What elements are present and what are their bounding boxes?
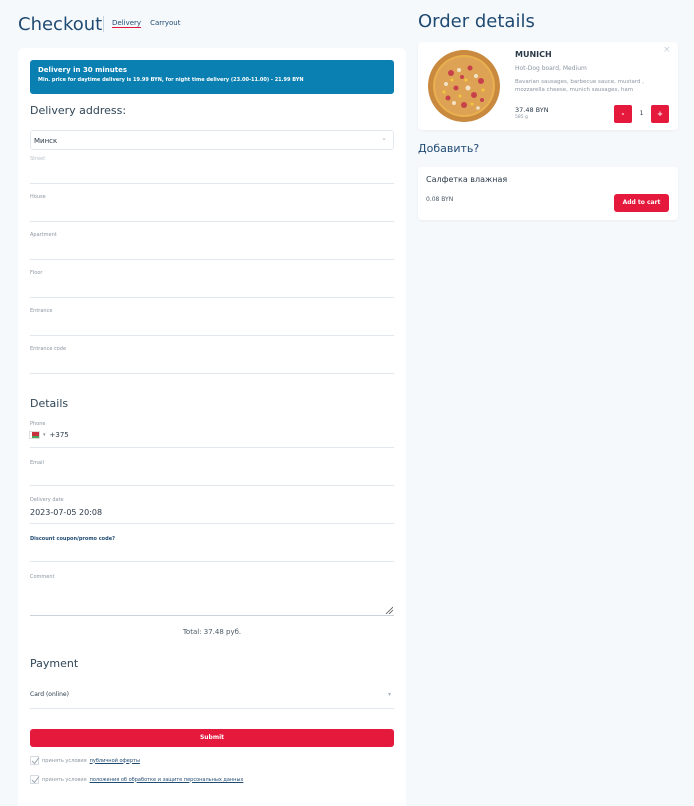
promo-code-link[interactable]: Discount coupon/promo code? — [30, 536, 394, 542]
resize-handle-icon[interactable] — [385, 606, 393, 614]
agreement-privacy: принять условия положения об обработке и… — [30, 775, 243, 784]
chevron-down-icon: ▾ — [387, 691, 391, 698]
promo-code-field[interactable]: Discount coupon/promo code? — [30, 536, 394, 562]
street-placeholder: Street — [30, 156, 46, 162]
banner-title: Delivery in 30 minutes — [38, 66, 128, 74]
quantity-value[interactable]: 1 — [632, 105, 651, 123]
house-label: House — [30, 194, 46, 200]
offer-checkbox[interactable] — [30, 756, 40, 765]
addon-name: Салфетка влажная — [426, 175, 508, 184]
privacy-checkbox[interactable] — [30, 775, 40, 784]
tab-carryout[interactable]: Carryout — [150, 16, 180, 32]
caret-down-icon: ▾ — [43, 432, 46, 438]
payment-heading: Payment — [30, 657, 79, 670]
quantity-minus-button[interactable]: - — [614, 105, 632, 123]
payment-method-value: Card (online) — [30, 691, 69, 698]
entrance-field[interactable]: Entrance — [30, 308, 394, 336]
entrance-code-label: Entrance code — [30, 346, 67, 352]
apartment-field[interactable]: Apartment — [30, 232, 394, 260]
addon-card: Салфетка влажная 0.08 BYN Add to cart — [418, 167, 678, 220]
floor-field[interactable]: Floor — [30, 270, 394, 298]
details-heading: Details — [30, 397, 69, 410]
banner-subtitle: Min. price for daytime delivery is 19.99… — [38, 77, 304, 83]
email-label: Email — [30, 460, 44, 466]
checkout-form: Delivery in 30 minutes Min. price for da… — [18, 48, 406, 806]
item-name: MUNICH — [515, 50, 552, 59]
page-title: Checkout — [18, 14, 103, 35]
floor-label: Floor — [30, 270, 43, 276]
house-field[interactable]: House — [30, 194, 394, 222]
delivery-date-value: 2023-07-05 20:08 — [30, 508, 103, 517]
order-item-card: MUNICH Hot-Dog board, Medium Bavarian sa… — [418, 42, 678, 130]
entrance-code-field[interactable]: Entrance code — [30, 346, 394, 374]
comment-textarea[interactable] — [30, 588, 394, 616]
email-field[interactable]: Email — [30, 460, 394, 486]
delivery-date-label: Delivery date — [30, 497, 64, 503]
phone-field[interactable]: Phone ▾ +375 — [29, 421, 394, 448]
checkmark-icon — [31, 776, 40, 784]
quantity-plus-button[interactable]: + — [651, 105, 669, 123]
tab-delivery[interactable]: Delivery — [112, 16, 142, 28]
delivery-address-heading: Delivery address: — [30, 104, 127, 117]
order-type-tabs: Delivery Carryout — [103, 16, 180, 32]
submit-button[interactable]: Submit — [30, 729, 394, 747]
phone-label: Phone — [30, 421, 46, 427]
item-price: 37.48 BYN — [515, 106, 549, 114]
apartment-label: Apartment — [30, 232, 57, 238]
phone-value: +375 — [49, 431, 69, 439]
belarus-flag-icon[interactable] — [29, 431, 40, 439]
item-ingredients: Bavarian sausages, barbecue sauce, musta… — [515, 79, 645, 93]
add-to-cart-button[interactable]: Add to cart — [614, 194, 669, 212]
chevron-down-icon: ⌄ — [381, 134, 387, 142]
item-variant: Hot-Dog board, Medium — [515, 65, 587, 72]
addons-heading: Добавить? — [418, 142, 480, 155]
checkmark-icon — [31, 757, 40, 765]
pizza-image — [428, 50, 500, 122]
city-value: Минск — [34, 137, 58, 145]
addon-price: 0.08 BYN — [426, 196, 454, 203]
offer-link[interactable]: публичной оферты — [90, 758, 140, 764]
agreement-offer: принять условия публичной оферты — [30, 756, 140, 765]
delivery-date-field[interactable]: Delivery date 2023-07-05 20:08 — [30, 497, 394, 524]
order-details-title: Order details — [418, 11, 535, 32]
street-field[interactable]: Street — [30, 156, 394, 184]
delivery-info-banner: Delivery in 30 minutes Min. price for da… — [30, 60, 394, 94]
comment-label: Comment — [30, 574, 55, 580]
close-icon[interactable]: × — [663, 45, 671, 55]
offer-prefix: принять условия — [42, 757, 87, 764]
entrance-label: Entrance — [30, 308, 53, 314]
city-select[interactable]: Минск ⌄ — [30, 130, 394, 150]
payment-method-select[interactable]: Card (online) ▾ — [30, 691, 394, 709]
privacy-link[interactable]: положения об обработке и защите персонал… — [90, 777, 244, 783]
privacy-prefix: принять условия — [42, 776, 87, 783]
order-total: Total: 37.48 руб. — [182, 628, 242, 636]
item-weight: 585 g — [515, 115, 528, 120]
